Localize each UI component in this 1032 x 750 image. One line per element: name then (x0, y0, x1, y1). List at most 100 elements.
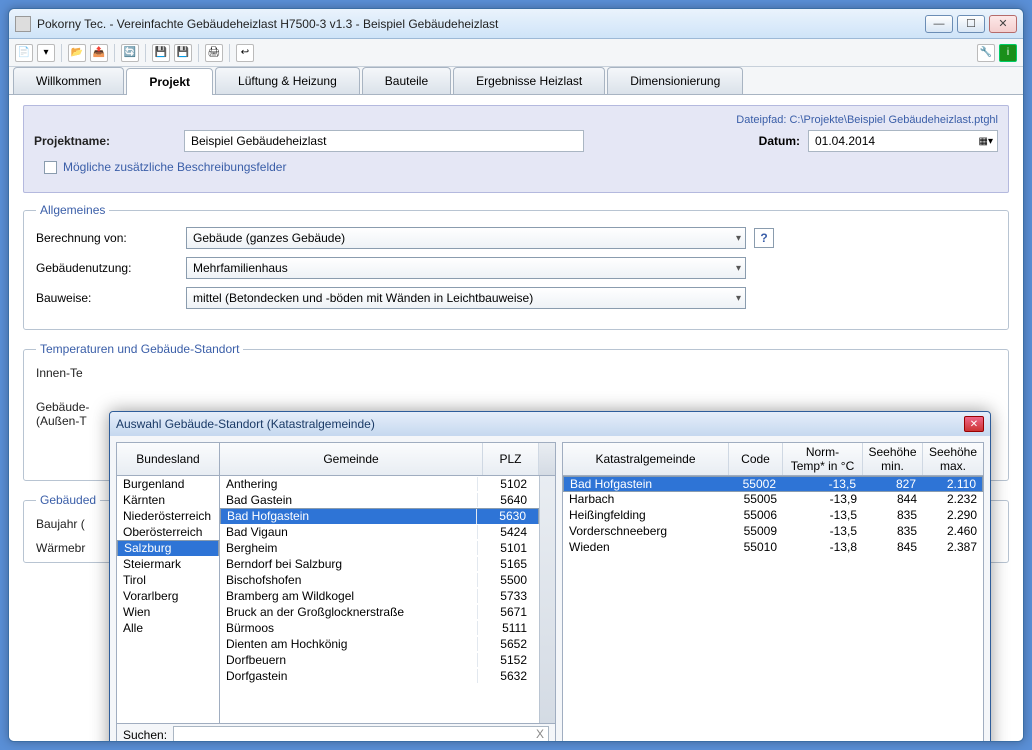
bundesland-column: Bundesland BurgenlandKärntenNiederösterr… (116, 442, 220, 724)
tab-ergebnisse-heizlast[interactable]: Ergebnisse Heizlast (453, 67, 605, 94)
katastral-item[interactable]: Wieden55010-13,88452.387 (563, 540, 983, 556)
main-tabs: WillkommenProjektLüftung & HeizungBautei… (9, 67, 1023, 95)
save-as-icon[interactable]: 💾 (174, 44, 192, 62)
gemeinde-item[interactable]: Bürmoos5111 (220, 620, 539, 636)
katastral-item[interactable]: Vorderschneeberg55009-13,58352.460 (563, 524, 983, 540)
app-icon (15, 16, 31, 32)
chevron-down-icon: ▾ (736, 263, 741, 274)
gemeinde-item[interactable]: Dienten am Hochkönig5652 (220, 636, 539, 652)
bundesland-item[interactable]: Kärnten (117, 492, 219, 508)
allgemeines-legend: Allgemeines (36, 203, 109, 217)
katastral-item[interactable]: Harbach55005-13,98442.232 (563, 492, 983, 508)
close-button[interactable]: ✕ (989, 15, 1017, 33)
katastral-item[interactable]: Bad Hofgastein55002-13,58272.110 (563, 476, 983, 492)
datum-input[interactable]: 01.04.2014 ▦▾ (808, 130, 998, 152)
projektname-label: Projektname: (34, 134, 184, 148)
standort-dialog: Auswahl Gebäude-Standort (Katastralgemei… (109, 411, 991, 741)
dialog-close-button[interactable]: ✕ (964, 416, 984, 432)
extra-fields-label: Mögliche zusätzliche Beschreibungsfelder (63, 160, 286, 174)
plz-header[interactable]: PLZ (483, 443, 539, 475)
datum-label: Datum: (759, 134, 800, 148)
chevron-down-icon: ▾ (736, 293, 741, 304)
bundesland-item[interactable]: Burgenland (117, 476, 219, 492)
nutzung-label: Gebäudenutzung: (36, 261, 186, 275)
berechnung-select[interactable]: Gebäude (ganzes Gebäude)▾ (186, 227, 746, 249)
bauweise-label: Bauweise: (36, 291, 186, 305)
gemeinde-header[interactable]: Gemeinde (220, 443, 483, 475)
smin-header[interactable]: Seehöhe min. (863, 443, 923, 475)
toolbar: 📄 ▾ 📂 📤 🔄 💾 💾 🖨 ↩ 🔧 i (9, 39, 1023, 67)
gemeinde-item[interactable]: Bischofshofen5500 (220, 572, 539, 588)
gemeinde-item[interactable]: Bad Gastein5640 (220, 492, 539, 508)
bundesland-item[interactable]: Salzburg (117, 540, 219, 556)
gebaeudedaten-legend: Gebäuded (36, 493, 100, 507)
tab-dimensionierung[interactable]: Dimensionierung (607, 67, 743, 94)
gemeinde-item[interactable]: Bad Hofgastein5630 (220, 508, 539, 524)
tab-willkommen[interactable]: Willkommen (13, 67, 124, 94)
project-header-panel: Dateipfad: C:\Projekte\Beispiel Gebäudeh… (23, 105, 1009, 193)
extra-fields-checkbox[interactable] (44, 161, 57, 174)
bundesland-item[interactable]: Oberösterreich (117, 524, 219, 540)
tab-bauteile[interactable]: Bauteile (362, 67, 451, 94)
bundesland-item[interactable]: Wien (117, 604, 219, 620)
bundesland-item[interactable]: Tirol (117, 572, 219, 588)
nutzung-select[interactable]: Mehrfamilienhaus▾ (186, 257, 746, 279)
window-title: Pokorny Tec. - Vereinfachte Gebäudeheizl… (37, 17, 925, 31)
innen-temp-label: Innen-Te (36, 366, 996, 380)
new-file-icon[interactable]: 📄 (15, 44, 33, 62)
wrench-icon[interactable]: 🔧 (977, 44, 995, 62)
bundesland-item[interactable]: Steiermark (117, 556, 219, 572)
clear-search-icon[interactable]: X (536, 727, 544, 741)
gemeinde-scrollbar[interactable] (539, 476, 555, 723)
content-area: Dateipfad: C:\Projekte\Beispiel Gebäudeh… (9, 95, 1023, 741)
new-drop-icon[interactable]: ▾ (37, 44, 55, 62)
smax-header[interactable]: Seehöhe max. (923, 443, 983, 475)
kat-header[interactable]: Katastralgemeinde (563, 443, 729, 475)
projektname-input[interactable]: Beispiel Gebäudeheizlast (184, 130, 584, 152)
katastral-list[interactable]: Bad Hofgastein55002-13,58272.110Harbach5… (563, 476, 983, 741)
tab-projekt[interactable]: Projekt (126, 68, 213, 95)
gemeinde-item[interactable]: Bergheim5101 (220, 540, 539, 556)
main-window: Pokorny Tec. - Vereinfachte Gebäudeheizl… (8, 8, 1024, 742)
gemeinde-item[interactable]: Bruck an der Großglocknerstraße5671 (220, 604, 539, 620)
code-header[interactable]: Code (729, 443, 783, 475)
minimize-button[interactable]: — (925, 15, 953, 33)
bauweise-select[interactable]: mittel (Betondecken und -böden mit Wände… (186, 287, 746, 309)
bundesland-item[interactable]: Alle (117, 620, 219, 636)
save-icon[interactable]: 💾 (152, 44, 170, 62)
temp-header[interactable]: Norm-Temp* in °C (783, 443, 863, 475)
gemeinde-item[interactable]: Dorfbeuern5152 (220, 652, 539, 668)
exit-icon[interactable]: ↩ (236, 44, 254, 62)
calendar-icon[interactable]: ▦▾ (979, 136, 993, 147)
titlebar[interactable]: Pokorny Tec. - Vereinfachte Gebäudeheizl… (9, 9, 1023, 39)
katastral-column: Katastralgemeinde Code Norm-Temp* in °C … (562, 442, 984, 741)
help-button[interactable]: ? (754, 228, 774, 248)
bundesland-item[interactable]: Niederösterreich (117, 508, 219, 524)
refresh-icon[interactable]: 🔄 (121, 44, 139, 62)
maximize-button[interactable]: ☐ (957, 15, 985, 33)
info-icon[interactable]: i (999, 44, 1017, 62)
chevron-down-icon: ▾ (736, 233, 741, 244)
bundesland-header[interactable]: Bundesland (117, 443, 219, 475)
bundesland-item[interactable]: Vorarlberg (117, 588, 219, 604)
print-icon[interactable]: 🖨 (205, 44, 223, 62)
filepath-label: Dateipfad: C:\Projekte\Beispiel Gebäudeh… (34, 114, 998, 126)
gemeinde-item[interactable]: Anthering5102 (220, 476, 539, 492)
open-folder-icon[interactable]: 📂 (68, 44, 86, 62)
dialog-titlebar[interactable]: Auswahl Gebäude-Standort (Katastralgemei… (110, 412, 990, 436)
allgemeines-fieldset: Allgemeines Berechnung von: Gebäude (gan… (23, 203, 1009, 330)
gemeinde-column: Gemeinde PLZ Anthering5102Bad Gastein564… (220, 442, 556, 724)
katastral-item[interactable]: Heißingfelding55006-13,58352.290 (563, 508, 983, 524)
dialog-title: Auswahl Gebäude-Standort (Katastralgemei… (116, 417, 964, 431)
gemeinde-item[interactable]: Dorfgastein5632 (220, 668, 539, 684)
tab-l-ftung-heizung[interactable]: Lüftung & Heizung (215, 67, 360, 94)
search-input[interactable]: X (173, 726, 549, 741)
gemeinde-item[interactable]: Bramberg am Wildkogel5733 (220, 588, 539, 604)
temperaturen-legend: Temperaturen und Gebäude-Standort (36, 342, 243, 356)
gemeinde-item[interactable]: Bad Vigaun5424 (220, 524, 539, 540)
save-up-icon[interactable]: 📤 (90, 44, 108, 62)
gemeinde-item[interactable]: Berndorf bei Salzburg5165 (220, 556, 539, 572)
bundesland-list[interactable]: BurgenlandKärntenNiederösterreichOberöst… (117, 476, 219, 723)
gemeinde-list[interactable]: Anthering5102Bad Gastein5640Bad Hofgaste… (220, 476, 539, 723)
search-label: Suchen: (123, 728, 167, 741)
